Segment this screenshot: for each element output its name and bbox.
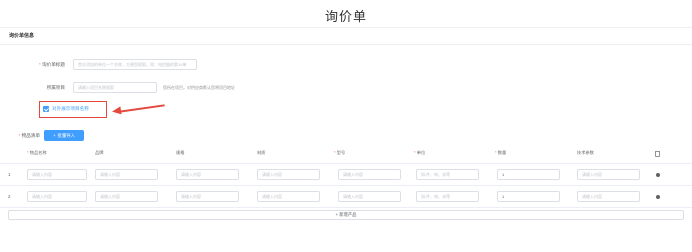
material-input[interactable]: 请输入内容 [257,191,320,202]
annotation-arrow-head [111,106,122,116]
product-name-input[interactable]: 请输入内容 [27,191,87,202]
batch-import-label: 批量导入 [57,132,75,138]
batch-import-button[interactable]: + 批量导入 [44,130,84,141]
spec-input[interactable]: 请输入内容 [176,191,239,202]
table-divider [0,163,692,164]
products-label: * 物品清单 [18,133,40,138]
project-hint: 您所在项目，对供应商默认您将项目地址 [163,85,235,90]
unit-input[interactable]: 如:件、吨、米等 [416,191,479,202]
trash-icon[interactable] [655,151,660,157]
add-product-button[interactable]: + 新增产品 [8,210,684,220]
model-input[interactable]: 请输入内容 [338,191,401,202]
column-header: 规格 [176,150,185,155]
remove-row-icon[interactable] [656,173,660,177]
table-header: * 物品名称 品牌 规格 材质 * 型号 * 单位 * 数量 技术参数 [0,150,692,160]
title-input[interactable]: 首次添加的单位一个名称，方便您搜索。如：电控器的第15单 [73,59,197,70]
brand-input[interactable]: 请输入内容 [95,191,158,202]
column-header: 品牌 [95,150,104,155]
tech-params-input[interactable]: 请输入内容 [577,191,640,202]
title-label: * 询价单标题 [38,62,65,67]
column-header: 材质 [257,150,266,155]
tech-params-input[interactable]: 请输入内容 [577,169,640,180]
column-header: * 型号 [334,150,346,155]
remove-row-icon[interactable] [656,195,660,199]
unit-input[interactable]: 如:件、吨、米等 [416,169,479,180]
column-header: * 单位 [414,150,426,155]
row-index: 1 [8,172,11,177]
plus-icon: + [53,133,56,138]
column-header: * 物品名称 [27,150,47,155]
annotation-highlight-box [39,101,107,118]
spec-input[interactable]: 请输入内容 [176,169,239,180]
model-input[interactable]: 请输入内容 [338,169,401,180]
table-divider [0,207,692,208]
column-header: 技术参数 [577,150,594,155]
section-divider [0,44,692,45]
annotation-arrow-line [116,104,165,113]
table-divider [0,185,692,186]
product-name-input[interactable]: 请输入内容 [27,169,87,180]
column-header: * 数量 [495,150,507,155]
project-input[interactable]: 请输入项目名称搜索 [73,82,157,93]
row-index: 2 [8,194,11,199]
brand-input[interactable]: 请输入内容 [95,169,158,180]
quantity-input[interactable]: 1 [497,191,560,202]
project-label: 所属项目 [46,85,65,90]
material-input[interactable]: 请输入内容 [257,169,320,180]
header-divider [0,27,692,28]
section-title: 询价单信息 [9,33,35,39]
page-title: 询价单 [324,9,367,24]
quantity-input[interactable]: 1 [497,169,560,180]
